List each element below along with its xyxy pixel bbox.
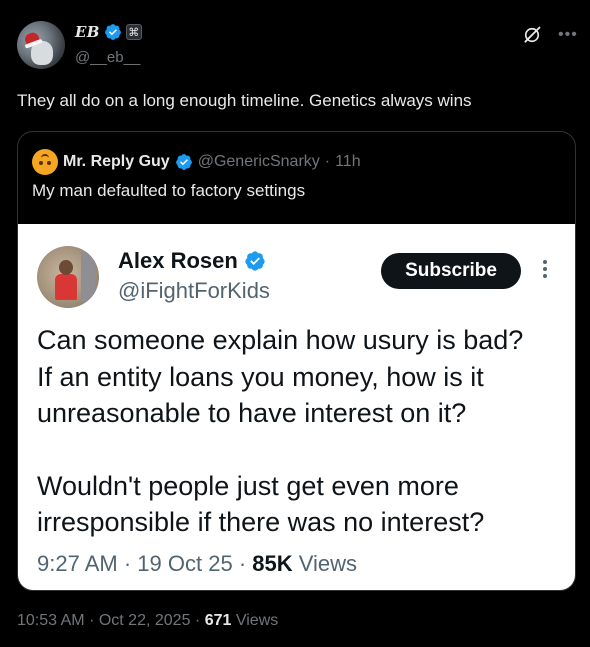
verified-badge-icon <box>175 154 192 170</box>
separator-dot: · <box>324 153 331 170</box>
quoted-tweet-image[interactable]: Alex Rosen @iFightForKids Subscribe Can … <box>18 224 575 590</box>
separator-dot: · <box>123 551 132 576</box>
embedded-author-name: Alex Rosen <box>118 248 238 273</box>
embedded-name-row: Alex Rosen <box>118 248 266 274</box>
separator-dot: · <box>238 551 247 576</box>
views-count[interactable]: 671 <box>205 612 232 629</box>
tweet-date[interactable]: Oct 22, 2025 <box>99 612 191 629</box>
subscribe-button: Subscribe <box>381 253 521 289</box>
text-line: If an entity loans you money, how is it <box>37 361 484 392</box>
embedded-views-count: 85K <box>252 551 293 576</box>
embedded-author-handle: @iFightForKids <box>118 278 270 303</box>
tweet-detail: EB ⌘ @__eb__ ••• They all do on a long e… <box>0 0 590 647</box>
embedded-time: 9:27 AM <box>37 551 118 576</box>
tweet-meta: 10:53 AM · Oct 22, 2025 · 671 Views <box>17 612 278 630</box>
quoted-author-avatar[interactable] <box>32 149 58 175</box>
verified-badge-icon <box>104 24 121 40</box>
separator-dot: · <box>89 612 95 629</box>
quoted-tweet-header: Mr. Reply Guy @GenericSnarky · 11h <box>32 149 361 175</box>
quoted-tweet-age[interactable]: 11h <box>335 153 361 171</box>
text-line: Can someone explain how usury is bad? <box>37 325 524 355</box>
grok-icon[interactable] <box>522 25 542 45</box>
quoted-author-name[interactable]: Mr. Reply Guy <box>63 153 170 171</box>
quoted-tweet-card[interactable]: Mr. Reply Guy @GenericSnarky · 11h My ma… <box>17 131 576 591</box>
embedded-views-label: Views <box>298 551 358 576</box>
tweet-text: They all do on a long enough timeline. G… <box>17 91 472 110</box>
author-avatar[interactable] <box>17 21 65 69</box>
quoted-author-handle[interactable]: @GenericSnarky <box>198 153 320 171</box>
author-handle[interactable]: @__eb__ <box>75 49 140 66</box>
verified-badge-icon <box>245 251 265 271</box>
embedded-tweet-text: Can someone explain how usury is bad? If… <box>37 322 567 541</box>
embedded-date: 19 Oct 25 <box>137 551 233 576</box>
more-vertical-icon <box>538 260 552 284</box>
author-name-row: EB ⌘ <box>75 23 142 41</box>
author-display-name[interactable]: EB <box>75 23 100 41</box>
more-icon[interactable]: ••• <box>558 26 577 44</box>
embedded-tweet-meta: 9:27 AM · 19 Oct 25 · 85K Views <box>37 551 357 577</box>
views-label[interactable]: Views <box>236 612 278 629</box>
separator-dot: · <box>194 612 201 629</box>
text-line: unreasonable to have interest on it? <box>37 398 467 428</box>
header-actions: ••• <box>522 25 577 45</box>
tweet-time[interactable]: 10:53 AM <box>17 612 85 629</box>
tweet-header: EB ⌘ @__eb__ ••• <box>17 21 577 73</box>
embedded-author-avatar <box>37 246 99 308</box>
text-line: irresponsible if there was no interest? <box>37 507 485 537</box>
command-badge-icon: ⌘ <box>125 24 142 40</box>
quoted-tweet-text: My man defaulted to factory settings <box>32 181 306 200</box>
text-line: Wouldn't people just get even more <box>37 470 459 501</box>
